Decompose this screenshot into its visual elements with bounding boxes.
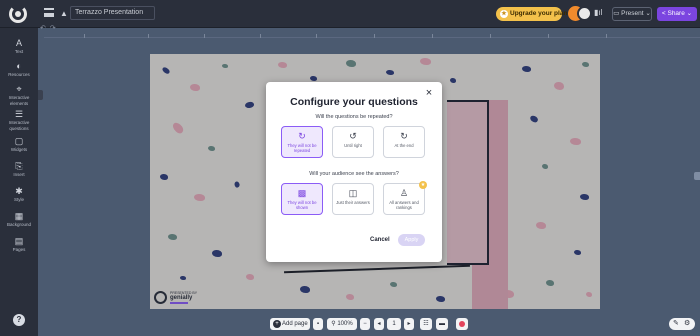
- prev-page-button[interactable]: ◂: [374, 318, 384, 330]
- sidebar-item-label: Widgets: [10, 147, 28, 152]
- record-icon[interactable]: [456, 318, 468, 330]
- present-label: Present: [621, 10, 644, 17]
- option-label: All answers and rankings: [389, 200, 419, 210]
- add-page-label: Add page: [282, 321, 308, 327]
- sidebar-item-insert[interactable]: ⎘ Insert: [0, 161, 38, 178]
- project-title-field[interactable]: Terrazzo Presentation: [70, 6, 155, 20]
- option-label: They will not be repeated: [287, 143, 317, 153]
- prev-label: ◂: [377, 321, 381, 327]
- sidebar-item-background[interactable]: ▦ Background: [0, 211, 38, 228]
- sidebar-item-pages[interactable]: ▤ Pages: [0, 236, 38, 253]
- genially-logo-dot: [15, 11, 21, 17]
- stats-icon[interactable]: ▮ıl: [594, 8, 602, 17]
- next-page-button[interactable]: ▸: [404, 318, 414, 330]
- zoom-value: 100%: [337, 321, 353, 327]
- sidebar-item-label: Background: [6, 222, 32, 227]
- sidebar: A Text ◐ Resources ⌖ Interactive element…: [0, 28, 38, 336]
- option-just-their-answers[interactable]: ◫ Just their answers: [332, 183, 374, 215]
- ruler: [44, 30, 700, 38]
- add-page-button[interactable]: + Add page: [270, 318, 310, 330]
- plus-icon: +: [273, 320, 281, 328]
- configure-questions-modal: × Configure your questions Will the ques…: [266, 82, 442, 262]
- sidebar-item-interactive-elements[interactable]: ⌖ Interactive elements: [0, 84, 38, 106]
- sidebar-item-label: Pages: [12, 247, 26, 252]
- hamburger-icon[interactable]: [44, 8, 54, 17]
- questions-icon: ☰: [14, 109, 24, 119]
- zoom-out-button[interactable]: −: [360, 318, 370, 330]
- next-label: ▸: [407, 321, 411, 327]
- repeat-off-icon: ↻: [298, 131, 306, 141]
- presentation-icon: ▲: [60, 9, 68, 18]
- sidebar-item-resources[interactable]: ◐ Resources: [0, 61, 38, 78]
- upgrade-button[interactable]: ★ Upgrade your plan: [496, 7, 567, 21]
- sidebar-item-label: Style: [13, 197, 24, 202]
- comments-icon[interactable]: ▬: [436, 318, 448, 330]
- cursor-icon: ⌖: [16, 84, 22, 94]
- top-bar: ▲ Terrazzo Presentation ★ Upgrade your p…: [0, 0, 700, 28]
- sidebar-collapse-handle[interactable]: [38, 90, 43, 100]
- zoom-control[interactable]: ⚲ 100%: [327, 318, 357, 330]
- monitor-icon: ▭: [613, 10, 622, 17]
- chevron-down-icon: ⌄: [684, 10, 693, 17]
- option-not-repeated[interactable]: ↻ They will not be repeated: [281, 126, 323, 158]
- sidebar-item-style[interactable]: ✱ Style: [0, 186, 38, 203]
- bottom-toolbar: + Add page ▪ ⚲ 100% − ◂ 1 ▸ ☷ ▬: [270, 316, 468, 332]
- apply-button[interactable]: Apply: [398, 234, 425, 246]
- premium-star-icon: ★: [419, 181, 427, 189]
- share-label: Share: [667, 10, 685, 17]
- option-label: Until right: [344, 143, 362, 148]
- star-icon: ★: [500, 10, 508, 18]
- option-not-shown[interactable]: ▩ They will not be shown: [281, 183, 323, 215]
- insert-icon: ⎘: [15, 161, 23, 171]
- settings-icon[interactable]: ⚙: [684, 318, 690, 330]
- question-answers-label: Will your audience see the answers?: [309, 171, 399, 177]
- present-button[interactable]: ▭ Present ⌄: [612, 7, 652, 21]
- option-label: They will not be shown: [287, 200, 317, 210]
- sidebar-item-interactive-questions[interactable]: ☰ Interactive questions: [0, 109, 38, 131]
- trash-icon[interactable]: ▪: [313, 318, 323, 330]
- pages-icon: ▤: [14, 236, 24, 246]
- widgets-icon: ▢: [14, 136, 24, 146]
- modal-title: Configure your questions: [290, 96, 418, 108]
- help-icon[interactable]: ?: [13, 314, 25, 326]
- option-label: Just their answers: [336, 200, 370, 205]
- sidebar-item-widgets[interactable]: ▢ Widgets: [0, 136, 38, 153]
- option-all-answers-rankings[interactable]: ♙ All answers and rankings ★: [383, 181, 427, 215]
- ranking-icon: ♙: [399, 188, 409, 198]
- option-until-right[interactable]: ↺ Until right: [332, 126, 374, 158]
- question-repeat-label: Will the questions be repeated?: [315, 114, 393, 120]
- cancel-button[interactable]: Cancel: [370, 237, 390, 243]
- zoom-out-label: −: [363, 321, 367, 327]
- background-icon: ▦: [14, 211, 24, 221]
- text-icon: A: [15, 38, 22, 48]
- chevron-down-icon: ⌄: [643, 10, 651, 17]
- pencil-icon[interactable]: ✎: [673, 318, 679, 330]
- option-label: At the end: [394, 143, 414, 148]
- sidebar-item-label: Text: [14, 49, 24, 54]
- repeat-check-icon: ↺: [349, 131, 357, 141]
- right-panel-handle[interactable]: [694, 172, 700, 180]
- hidden-grid-icon: ▩: [297, 188, 307, 198]
- grid-view-icon[interactable]: ☷: [420, 318, 432, 330]
- view-toggles[interactable]: ✎ ⚙: [669, 318, 695, 330]
- style-icon: ✱: [15, 186, 23, 196]
- avatar[interactable]: [577, 6, 592, 21]
- answers-icon: ◫: [348, 188, 358, 198]
- sidebar-item-label: Interactive elements: [8, 95, 30, 106]
- page-value: 1: [392, 321, 396, 327]
- sidebar-item-text[interactable]: A Text: [0, 38, 38, 55]
- repeat-end-icon: ↻: [400, 131, 408, 141]
- sidebar-item-label: Insert: [13, 172, 25, 177]
- option-at-the-end[interactable]: ↻ At the end: [383, 126, 425, 158]
- share-button[interactable]: < Share ⌄: [657, 7, 697, 21]
- upgrade-label: Upgrade your plan: [510, 10, 568, 17]
- sidebar-item-label: Resources: [8, 72, 30, 77]
- resources-icon: ◐: [16, 61, 22, 71]
- sidebar-item-label: Interactive questions: [8, 120, 30, 131]
- page-number[interactable]: 1: [387, 318, 401, 330]
